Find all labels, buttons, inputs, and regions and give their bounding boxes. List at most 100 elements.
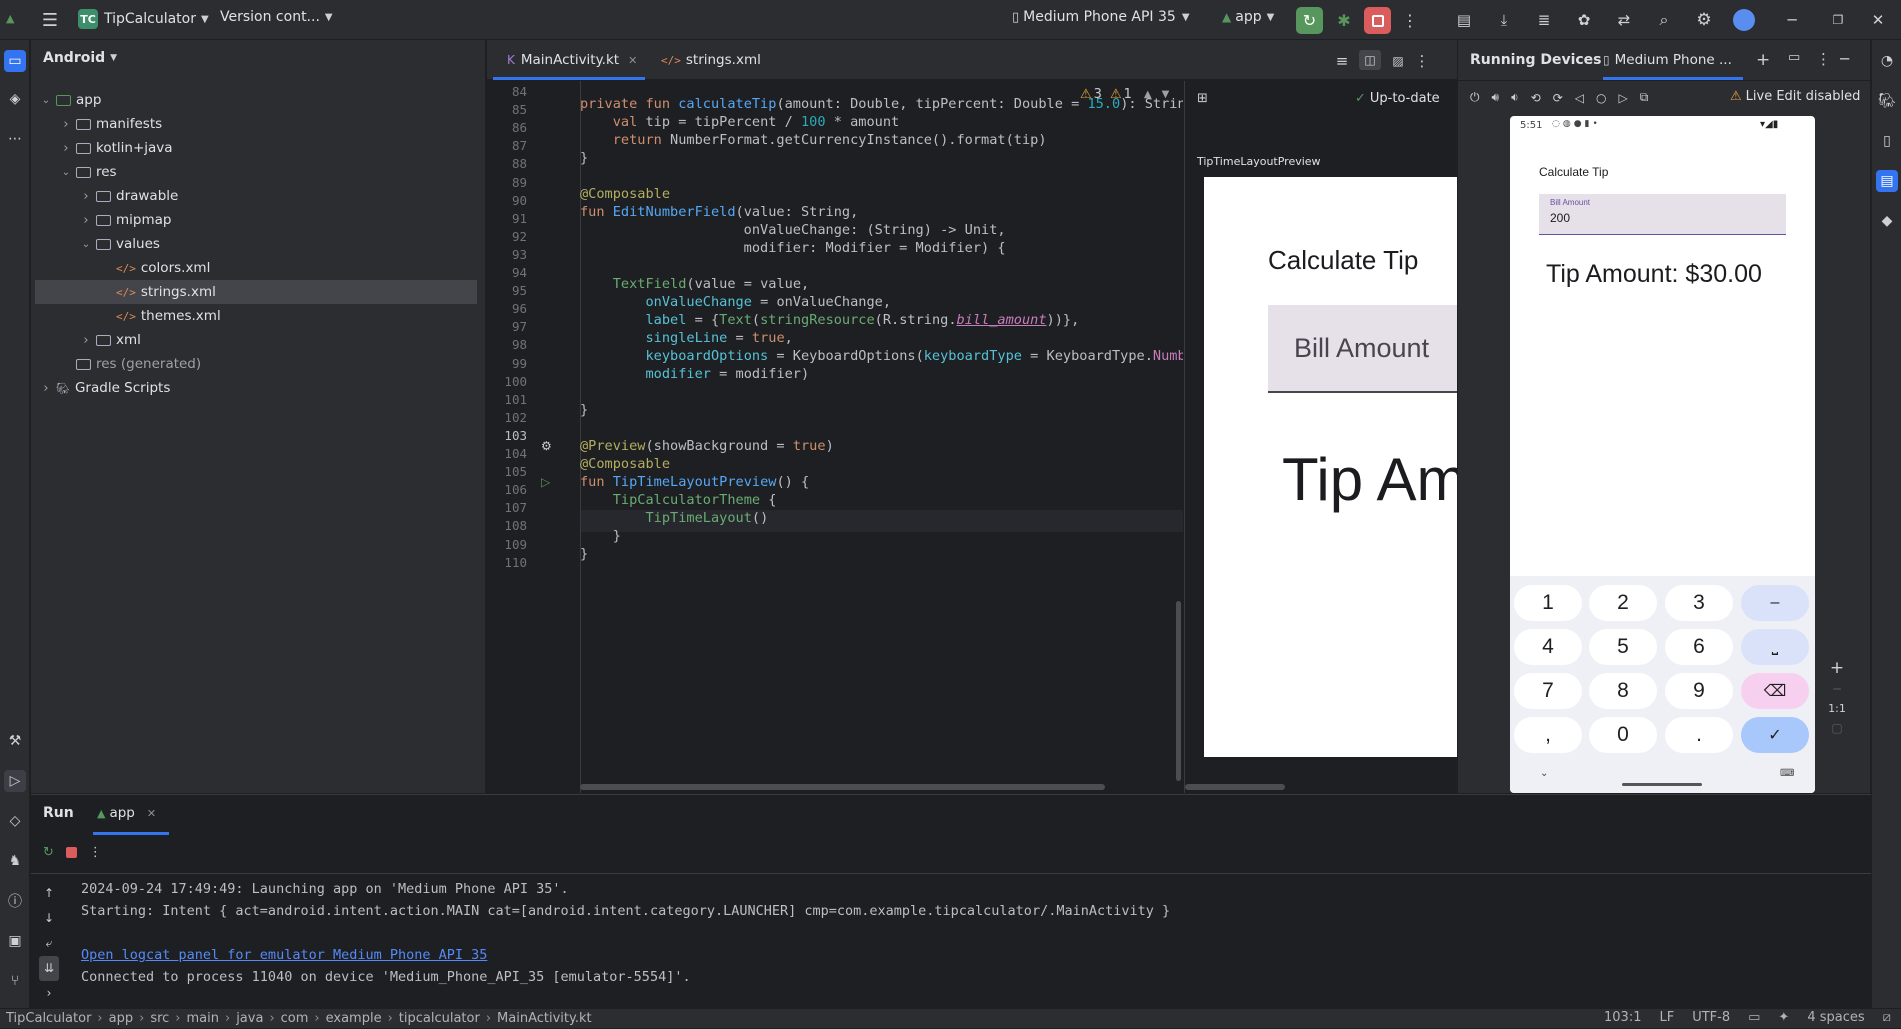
- tab-strings-xml[interactable]: </> strings.xml: [661, 40, 761, 80]
- tree-item-drawable[interactable]: › drawable: [79, 184, 178, 208]
- hide-keyboard-icon[interactable]: ⌄: [1540, 768, 1548, 779]
- gradle-icon[interactable]: 🐘︎: [1876, 90, 1898, 112]
- more-icon[interactable]: ⋮: [89, 845, 102, 860]
- debug-icon[interactable]: ✱: [1332, 8, 1356, 32]
- plugins-icon[interactable]: ✿: [1572, 8, 1596, 32]
- project-tool-icon[interactable]: ▭: [4, 50, 26, 72]
- breadcrumb-item[interactable]: main: [187, 1011, 219, 1026]
- key-8[interactable]: 7: [1514, 673, 1582, 709]
- lock-icon[interactable]: ⧄: [1883, 1010, 1891, 1025]
- keyboard-switch-icon[interactable]: ⌨: [1780, 768, 1794, 779]
- tree-item-strings-xml[interactable]: </> strings.xml: [35, 280, 477, 304]
- emulator-screen[interactable]: 5:51 ◌◍●▮• ▾◢▮ Calculate Tip Bill Amount…: [1510, 116, 1815, 793]
- chevron-right-icon[interactable]: ›: [79, 213, 93, 228]
- tree-item-gradle-scripts[interactable]: › 🐘︎ Gradle Scripts: [39, 376, 170, 400]
- design-view-icon[interactable]: ▨: [1389, 52, 1407, 70]
- breadcrumb-item[interactable]: java: [236, 1011, 263, 1026]
- chevron-right-icon[interactable]: ›: [79, 333, 93, 348]
- breadcrumb-item[interactable]: example: [326, 1011, 382, 1026]
- gesture-bar[interactable]: [1622, 783, 1702, 786]
- main-menu-icon[interactable]: ☰: [38, 8, 62, 32]
- overview-icon[interactable]: ▷: [1618, 91, 1627, 105]
- fit-screen-icon[interactable]: ▢: [1826, 721, 1848, 735]
- run-tab-app[interactable]: ▲ app ✕: [97, 805, 156, 821]
- tree-item-themes-xml[interactable]: </> themes.xml: [99, 304, 221, 328]
- scroll-to-end-icon[interactable]: ⇊: [39, 956, 59, 981]
- running-devices-icon[interactable]: ▤: [1876, 170, 1898, 192]
- gemini-icon[interactable]: ◆: [1876, 210, 1898, 232]
- profiler-icon[interactable]: ▤: [1452, 8, 1476, 32]
- volume-up-icon[interactable]: 🔊︎: [1492, 90, 1500, 105]
- file-encoding[interactable]: UTF-8: [1692, 1010, 1730, 1025]
- chevron-down-icon[interactable]: ⌄: [59, 167, 73, 178]
- device-manager-icon[interactable]: ≣: [1532, 8, 1556, 32]
- code-editor[interactable]: ⚠ 3 ⚠ 1 ▲ ▼ private fun calculateTip(amo…: [580, 81, 1183, 793]
- live-edit-status[interactable]: ⚠ Live Edit disabled: [1730, 89, 1860, 104]
- key-1[interactable]: 2: [1589, 585, 1657, 621]
- scroll-up-icon[interactable]: ↑: [39, 881, 59, 906]
- breadcrumb-item[interactable]: app: [109, 1011, 133, 1026]
- more-actions-icon[interactable]: ⋮: [1400, 8, 1420, 32]
- sync-icon[interactable]: ⇄: [1612, 8, 1636, 32]
- tab-mainactivity[interactable]: K MainActivity.kt ✕: [507, 40, 637, 80]
- key-3[interactable]: –: [1741, 585, 1809, 621]
- project-selector[interactable]: TC TipCalculator ▼: [78, 9, 209, 29]
- minimize-icon[interactable]: ─: [1840, 50, 1849, 68]
- rerun-icon[interactable]: ↻: [43, 845, 54, 860]
- preview-canvas[interactable]: Calculate Tip Bill Amount Tip Am: [1204, 177, 1457, 757]
- read-only-icon[interactable]: ▭: [1748, 1010, 1760, 1025]
- close-icon[interactable]: ✕: [1866, 8, 1890, 32]
- key-13[interactable]: 0: [1589, 717, 1657, 753]
- chevron-right-icon[interactable]: ›: [59, 141, 73, 156]
- rotate-left-icon[interactable]: ⟲: [1531, 91, 1541, 105]
- tree-item-values[interactable]: ⌄ values: [79, 232, 160, 256]
- chevron-right-icon[interactable]: ›: [79, 189, 93, 204]
- caret-position[interactable]: 103:1: [1604, 1010, 1641, 1025]
- soft-wrap-icon[interactable]: ⤶: [39, 931, 59, 956]
- more-icon[interactable]: ⋮: [1415, 52, 1430, 70]
- tree-item-mipmap[interactable]: › mipmap: [79, 208, 171, 232]
- zoom-actual-label[interactable]: 1:1: [1826, 702, 1848, 715]
- git-icon[interactable]: ⑂: [4, 970, 26, 992]
- chevron-down-icon[interactable]: ⌄: [39, 95, 53, 106]
- open-logcat-link[interactable]: Open logcat panel for emulator Medium Ph…: [81, 947, 487, 963]
- zoom-out-icon[interactable]: ─: [1826, 682, 1848, 696]
- run-tool-icon[interactable]: ▷: [4, 770, 26, 792]
- add-device-icon[interactable]: +: [1756, 50, 1770, 70]
- tab-device[interactable]: ▯ Medium Phone ...: [1603, 40, 1732, 80]
- project-view-selector[interactable]: Android ▼: [43, 50, 117, 66]
- tree-item-res-generated-[interactable]: res (generated): [59, 352, 201, 376]
- run-config-selector[interactable]: ▲ app ▼: [1222, 9, 1274, 25]
- key-10[interactable]: 9: [1665, 673, 1733, 709]
- avatar[interactable]: [1733, 9, 1755, 31]
- key-4[interactable]: 4: [1514, 629, 1582, 665]
- split-view-icon[interactable]: ◫: [1359, 50, 1381, 70]
- power-icon[interactable]: ⏻: [1470, 90, 1480, 105]
- stop-icon[interactable]: [65, 847, 77, 858]
- more-tools-icon[interactable]: ⋯: [4, 128, 26, 150]
- restore-icon[interactable]: ❐: [1826, 8, 1850, 32]
- scroll-down-icon[interactable]: ↓: [39, 906, 59, 931]
- key-0[interactable]: 1: [1514, 585, 1582, 621]
- gear-icon[interactable]: ⚙: [1692, 8, 1716, 32]
- close-icon[interactable]: ✕: [628, 54, 637, 67]
- key-9[interactable]: 8: [1589, 673, 1657, 709]
- key-12[interactable]: ,: [1514, 717, 1582, 753]
- bill-amount-field[interactable]: Bill Amount 200: [1539, 194, 1786, 235]
- chevron-right-icon[interactable]: ›: [59, 117, 73, 132]
- line-separator[interactable]: LF: [1659, 1010, 1674, 1025]
- key-5[interactable]: 5: [1589, 629, 1657, 665]
- ai-assist-icon[interactable]: ✦: [1778, 1010, 1789, 1025]
- preview-layout-icon[interactable]: ⊞: [1197, 91, 1208, 106]
- vertical-scrollbar[interactable]: [1176, 601, 1181, 781]
- tree-item-colors-xml[interactable]: </> colors.xml: [99, 256, 210, 280]
- breadcrumb-item[interactable]: src: [150, 1011, 169, 1026]
- device-manager-icon[interactable]: ▯: [1876, 130, 1898, 152]
- tree-item-res[interactable]: ⌄ res: [59, 160, 117, 184]
- build-icon[interactable]: ⚒: [4, 730, 26, 752]
- key-11[interactable]: ⌫: [1741, 673, 1809, 709]
- volume-down-icon[interactable]: 🔉︎: [1511, 90, 1519, 105]
- breadcrumb-item[interactable]: tipcalculator: [399, 1011, 480, 1026]
- chevron-down-icon[interactable]: ⌄: [79, 239, 93, 250]
- preview-scrollbar[interactable]: [1185, 784, 1285, 790]
